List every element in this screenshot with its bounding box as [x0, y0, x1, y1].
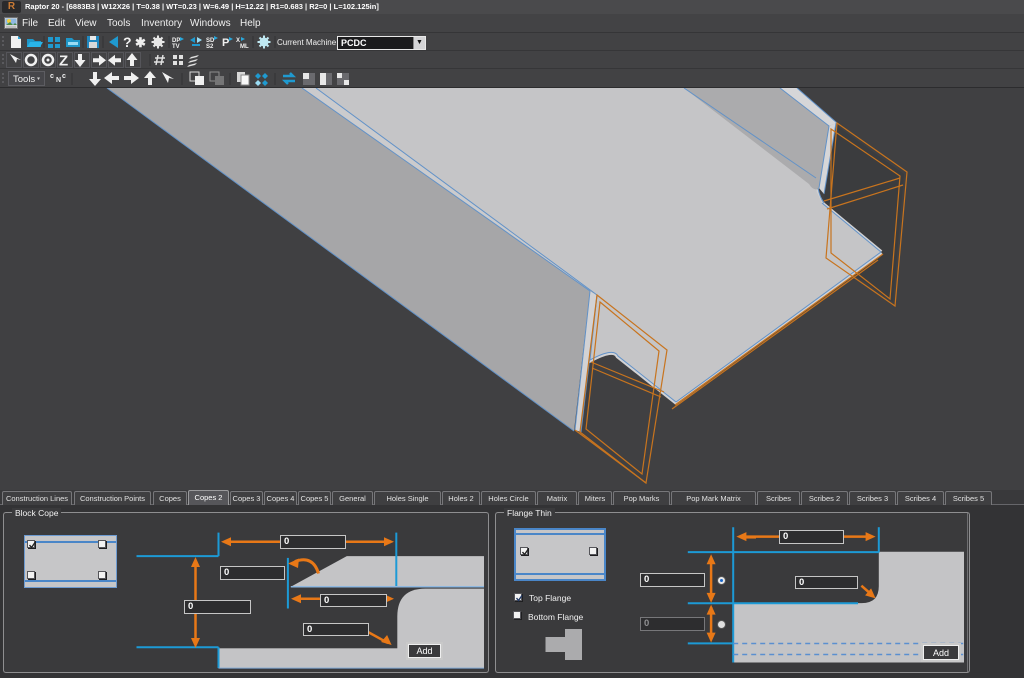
svg-text:TV: TV [172, 44, 180, 50]
svg-text:c: c [50, 73, 54, 80]
svg-text:ML: ML [240, 44, 249, 50]
svg-text:?: ? [123, 34, 132, 50]
svg-text:P: P [222, 37, 229, 49]
svg-text:Tools: Tools [13, 74, 35, 85]
svg-text:N: N [56, 77, 61, 84]
svg-text:Z: Z [59, 53, 68, 70]
svg-text:✱: ✱ [135, 35, 146, 50]
svg-text:S2: S2 [206, 44, 214, 50]
svg-text:c: c [62, 73, 66, 80]
